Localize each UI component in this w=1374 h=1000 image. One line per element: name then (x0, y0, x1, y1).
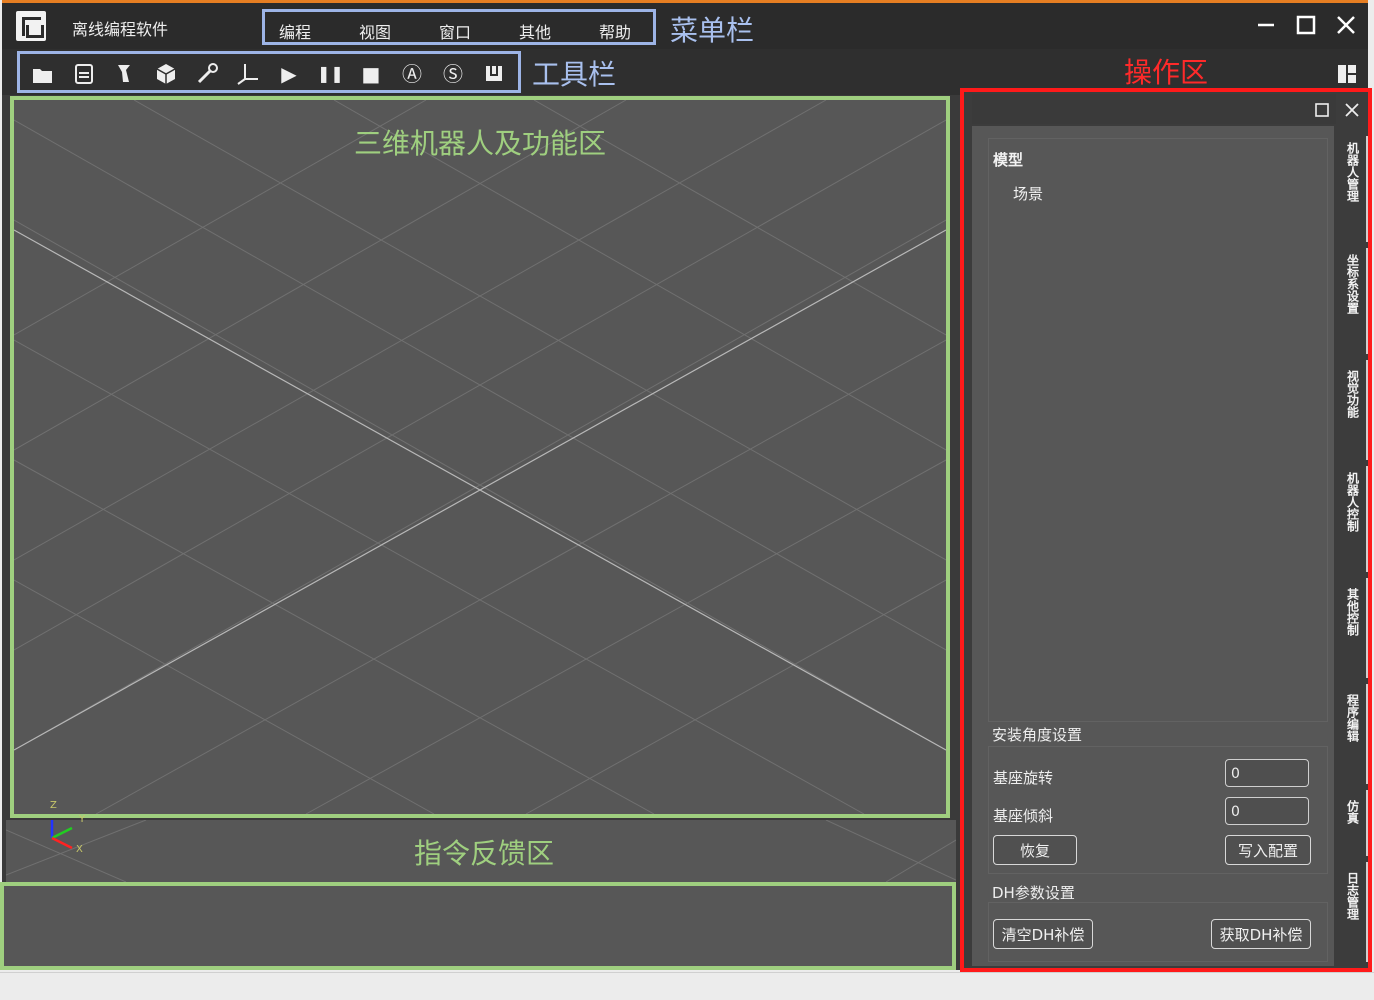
get-dh-button[interactable]: 获取DH补偿 (1211, 919, 1311, 949)
menu-bar: 编程 视图 窗口 其他 帮助 (262, 9, 656, 45)
tree-root-model[interactable]: 模型 (993, 149, 1023, 170)
annotation-toolbar: 工具栏 (532, 58, 617, 91)
tab-coordinate-settings[interactable]: 坐标系设置 (1338, 248, 1368, 354)
wrench-icon[interactable] (194, 61, 220, 87)
circle-s-icon[interactable]: Ⓢ (440, 61, 466, 87)
tab-label: 日志管理 (1345, 872, 1360, 920)
menu-item-programming[interactable]: 编程 (279, 19, 311, 43)
axes-icon[interactable] (235, 61, 261, 87)
robot-arm-icon[interactable] (112, 61, 138, 87)
tab-label: 坐标系设置 (1345, 254, 1360, 314)
write-config-button[interactable]: 写入配置 (1225, 835, 1311, 865)
tab-robot-control[interactable]: 机器人控制 (1338, 466, 1368, 572)
menu-item-help[interactable]: 帮助 (599, 19, 631, 43)
model-tree[interactable]: 模型 场景 (988, 138, 1328, 722)
install-angle-title: 安装角度设置 (992, 726, 1083, 744)
close-icon[interactable] (1334, 13, 1358, 37)
open-folder-icon[interactable] (30, 61, 56, 87)
axis-label-x: X (76, 844, 83, 855)
annotation-feedback: 指令反馈区 (414, 837, 555, 870)
toolbar: ▶ ❚❚ ■ Ⓐ Ⓢ (17, 51, 521, 93)
tab-label: 机器人管理 (1345, 142, 1360, 202)
dh-title: DH参数设置 (992, 884, 1075, 902)
base-tilt-input[interactable]: 0 (1225, 797, 1309, 825)
menu-item-window[interactable]: 窗口 (439, 19, 471, 43)
tab-robot-management[interactable]: 机器人管理 (1338, 136, 1368, 242)
base-tilt-label: 基座倾斜 (993, 807, 1054, 825)
app-title: 离线编程软件 (72, 20, 169, 39)
tab-label: 视觉功能 (1345, 370, 1360, 418)
operation-panel: 模型 场景 安装角度设置 基座旋转 0 基座倾斜 0 恢复 写入配置 DH参数设… (960, 88, 1372, 972)
gripper-icon[interactable] (481, 61, 507, 87)
menu-item-other[interactable]: 其他 (519, 19, 551, 43)
base-rotation-label: 基座旋转 (993, 769, 1054, 787)
title-bar: 离线编程软件 编程 视图 窗口 其他 帮助 菜单栏 (2, 3, 1368, 49)
axis-label-y: Y (79, 814, 86, 825)
tab-label: 机器人控制 (1345, 472, 1360, 532)
save-icon[interactable] (71, 61, 97, 87)
circle-a-icon[interactable]: Ⓐ (399, 61, 425, 87)
annotation-menubar: 菜单栏 (670, 14, 755, 47)
layout-toggle-icon[interactable] (1336, 63, 1358, 85)
tab-simulation[interactable]: 仿真 (1338, 790, 1368, 856)
tab-label: 仿真 (1345, 800, 1360, 824)
maximize-icon[interactable] (1294, 13, 1318, 37)
tab-other-control[interactable]: 其他控制 (1338, 578, 1368, 678)
menu-item-view[interactable]: 视图 (359, 19, 391, 43)
viewport-lower-strip: Z Y X 指令反馈区 (6, 800, 956, 882)
command-feedback-area[interactable] (0, 882, 956, 970)
annotation-viewport: 三维机器人及功能区 (354, 127, 607, 160)
play-icon[interactable]: ▶ (276, 61, 302, 87)
status-bar (0, 972, 1374, 1000)
tab-vision[interactable]: 视觉功能 (1338, 360, 1368, 460)
viewport-grid (14, 100, 946, 814)
tab-log-management[interactable]: 日志管理 (1338, 862, 1368, 962)
3d-viewport[interactable]: 三维机器人及功能区 (10, 96, 950, 818)
dh-group: 清空DH补偿 获取DH补偿 (988, 902, 1328, 962)
panel-close-icon[interactable] (1344, 102, 1360, 118)
tree-item-scene[interactable]: 场景 (1013, 183, 1043, 204)
install-angle-group: 基座旋转 0 基座倾斜 0 恢复 写入配置 (988, 746, 1328, 874)
restore-button[interactable]: 恢复 (993, 835, 1077, 865)
tab-label: 程序编辑 (1345, 694, 1360, 742)
base-rotation-input[interactable]: 0 (1225, 759, 1309, 787)
annotation-operation-area: 操作区 (1124, 56, 1209, 89)
cube-icon[interactable] (153, 61, 179, 87)
panel-body: 模型 场景 安装角度设置 基座旋转 0 基座倾斜 0 恢复 写入配置 DH参数设… (972, 126, 1334, 966)
tab-program-edit[interactable]: 程序编辑 (1338, 684, 1368, 784)
clear-dh-button[interactable]: 清空DH补偿 (993, 919, 1093, 949)
tab-label: 其他控制 (1345, 588, 1360, 636)
side-tab-bar: 机器人管理 坐标系设置 视觉功能 机器人控制 其他控制 程序编辑 仿真 日志管理 (1338, 126, 1370, 966)
app-logo-icon (16, 11, 46, 41)
panel-header (972, 94, 1359, 124)
stop-icon[interactable]: ■ (358, 61, 384, 87)
panel-float-icon[interactable] (1314, 102, 1330, 118)
minimize-icon[interactable] (1254, 13, 1278, 37)
axis-label-z: Z (50, 800, 57, 811)
pause-icon[interactable]: ❚❚ (317, 61, 344, 87)
